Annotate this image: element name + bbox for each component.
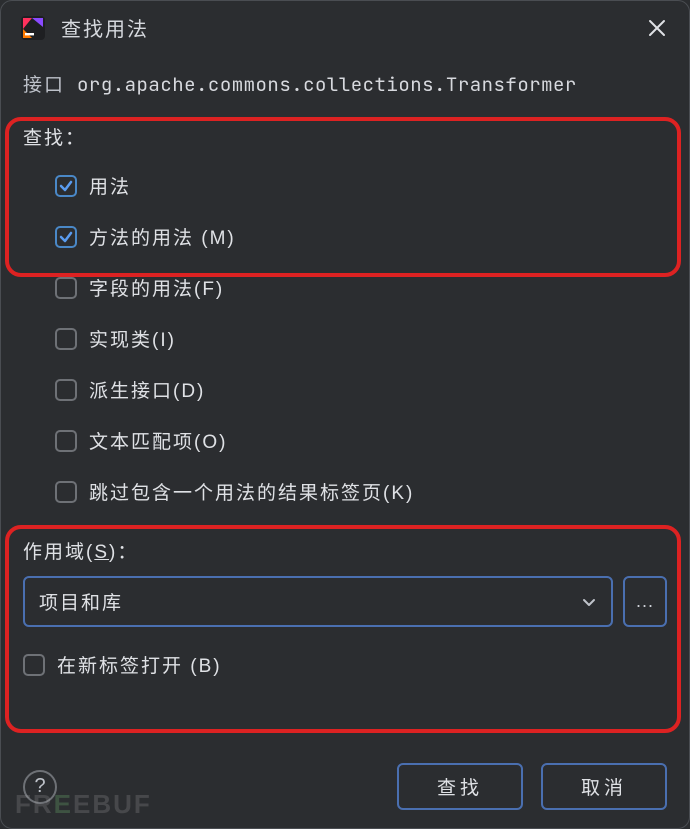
checkbox[interactable] (55, 379, 77, 401)
checkbox[interactable] (23, 654, 45, 676)
option-label: 字段的用法(F) (89, 274, 224, 301)
ellipsis-icon: ... (636, 591, 654, 612)
titlebar: 查找用法 (1, 1, 689, 54)
option-skip-single-usage-tabs[interactable]: 跳过包含一个用法的结果标签页(K) (55, 466, 667, 517)
open-in-new-tab-row[interactable]: 在新标签打开 (B) (23, 651, 667, 678)
scope-mnemonic: S (94, 542, 109, 563)
checkbox[interactable] (55, 328, 77, 350)
option-label: 方法的用法 (M) (89, 223, 236, 250)
check-icon (59, 230, 73, 244)
checkbox[interactable] (55, 226, 77, 248)
target-row: 接口 org.apache.commons.collections.Transf… (23, 62, 667, 105)
scope-more-button[interactable]: ... (623, 576, 667, 627)
help-icon: ? (34, 775, 45, 798)
find-button[interactable]: 查找 (397, 763, 523, 810)
option-label: 跳过包含一个用法的结果标签页(K) (89, 478, 414, 505)
option-label: 实现类(I) (89, 325, 176, 352)
option-usages[interactable]: 用法 (55, 160, 667, 211)
scope-combobox[interactable]: 项目和库 (23, 576, 613, 627)
option-label: 派生接口(D) (89, 376, 205, 403)
dialog-title: 查找用法 (61, 13, 629, 42)
scope-selected-value: 项目和库 (39, 588, 123, 615)
cancel-button[interactable]: 取消 (541, 763, 667, 810)
option-derived-interfaces[interactable]: 派生接口(D) (55, 364, 667, 415)
find-section-label: 查找： (23, 123, 667, 150)
target-class-fqn: org.apache.commons.collections.Transform… (77, 72, 577, 97)
option-implementing-classes[interactable]: 实现类(I) (55, 313, 667, 364)
checkbox[interactable] (55, 175, 77, 197)
find-usages-dialog: 查找用法 接口 org.apache.commons.collections.T… (0, 0, 690, 829)
dialog-content: 接口 org.apache.commons.collections.Transf… (1, 54, 689, 678)
target-kind-label: 接口 (23, 70, 65, 97)
check-icon (59, 179, 73, 193)
close-icon (648, 19, 666, 37)
option-field-usages[interactable]: 字段的用法(F) (55, 262, 667, 313)
checkbox[interactable] (55, 481, 77, 503)
checkbox[interactable] (55, 430, 77, 452)
close-button[interactable] (643, 14, 671, 42)
option-method-usages[interactable]: 方法的用法 (M) (55, 211, 667, 262)
option-label: 用法 (89, 172, 131, 199)
checkbox[interactable] (55, 277, 77, 299)
option-text-occurrences[interactable]: 文本匹配项(O) (55, 415, 667, 466)
option-label: 文本匹配项(O) (89, 427, 227, 454)
newtab-label: 在新标签打开 (B) (57, 651, 222, 678)
help-button[interactable]: ? (23, 770, 57, 804)
find-options-list: 用法 方法的用法 (M) 字段的用法(F) 实现类(I) (23, 160, 667, 517)
scope-section: 作用域(S)： 项目和库 ... (23, 537, 667, 627)
scope-label: 作用域(S)： (23, 537, 667, 564)
intellij-icon (19, 14, 47, 42)
dialog-footer: ? 查找 取消 (23, 763, 667, 810)
chevron-down-icon (581, 594, 597, 610)
